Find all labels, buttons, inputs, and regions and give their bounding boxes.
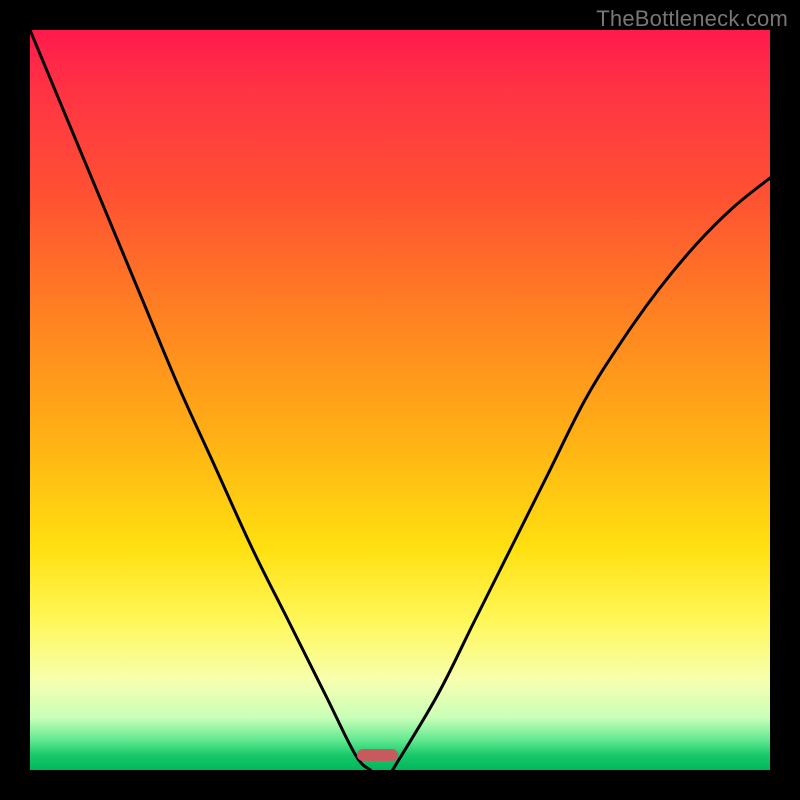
right-curve-path bbox=[393, 178, 770, 770]
watermark-text: TheBottleneck.com bbox=[596, 6, 788, 32]
left-curve-path bbox=[30, 30, 370, 770]
bottleneck-marker bbox=[357, 749, 398, 761]
plot-area bbox=[30, 30, 770, 770]
curve-layer bbox=[30, 30, 770, 770]
